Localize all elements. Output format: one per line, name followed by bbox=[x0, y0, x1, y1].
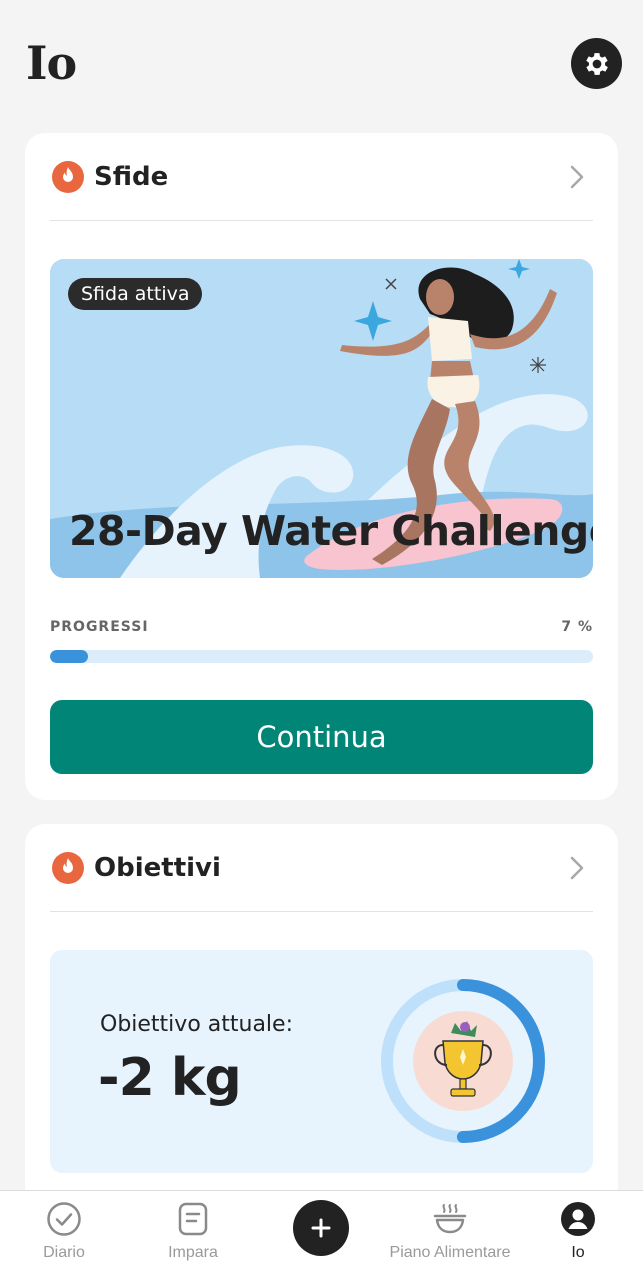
add-button[interactable] bbox=[293, 1200, 349, 1256]
tab-diario[interactable]: Diario bbox=[24, 1191, 104, 1280]
tab-impara-label: Impara bbox=[168, 1244, 218, 1261]
header: Io bbox=[0, 0, 643, 120]
plus-icon bbox=[311, 1218, 331, 1238]
tab-piano-alimentare[interactable]: Piano Alimentare bbox=[380, 1191, 520, 1280]
gear-icon bbox=[585, 52, 608, 75]
progress-label: PROGRESSI bbox=[50, 619, 149, 635]
progress-value: 7 % bbox=[561, 619, 593, 635]
tab-io[interactable]: Io bbox=[538, 1191, 618, 1280]
continue-button[interactable]: Continua bbox=[50, 700, 593, 774]
tab-piano-alimentare-label: Piano Alimentare bbox=[389, 1244, 511, 1261]
current-goal-value: -2 kg bbox=[98, 1048, 242, 1108]
document-icon bbox=[178, 1202, 208, 1236]
progress-bar-fill bbox=[50, 650, 88, 663]
goals-header[interactable]: Obiettivi bbox=[50, 824, 593, 912]
challenge-banner[interactable]: Sfida attiva 28-Day Water Challenge bbox=[50, 259, 593, 578]
active-challenge-badge: Sfida attiva bbox=[68, 278, 203, 310]
tab-impara[interactable]: Impara bbox=[153, 1191, 233, 1280]
flame-icon bbox=[52, 160, 84, 193]
goals-title: Obiettivi bbox=[94, 852, 221, 883]
settings-button[interactable] bbox=[571, 38, 622, 89]
flame-icon bbox=[52, 851, 84, 884]
tab-io-label: Io bbox=[571, 1244, 585, 1261]
challenges-header[interactable]: Sfide bbox=[50, 133, 593, 221]
current-goal-panel[interactable]: Obiettivo attuale: -2 kg bbox=[50, 950, 593, 1173]
current-goal-label: Obiettivo attuale: bbox=[100, 1012, 293, 1037]
challenges-card: Sfide Sfida attiva 28-Day Water Challeng… bbox=[25, 133, 618, 800]
tab-diario-label: Diario bbox=[43, 1244, 85, 1261]
challenge-title: 28-Day Water Challenge bbox=[69, 507, 593, 555]
progress-bar bbox=[50, 650, 593, 663]
goal-progress-ring bbox=[381, 979, 545, 1143]
chevron-right-icon bbox=[570, 165, 584, 189]
check-circle-icon bbox=[47, 1202, 81, 1236]
page-title: Io bbox=[26, 36, 77, 90]
challenges-title: Sfide bbox=[94, 161, 169, 192]
bowl-icon bbox=[433, 1204, 467, 1234]
user-icon bbox=[561, 1202, 595, 1236]
chevron-right-icon bbox=[570, 856, 584, 880]
goals-card: Obiettivi Obiettivo attuale: -2 kg bbox=[25, 824, 618, 1244]
